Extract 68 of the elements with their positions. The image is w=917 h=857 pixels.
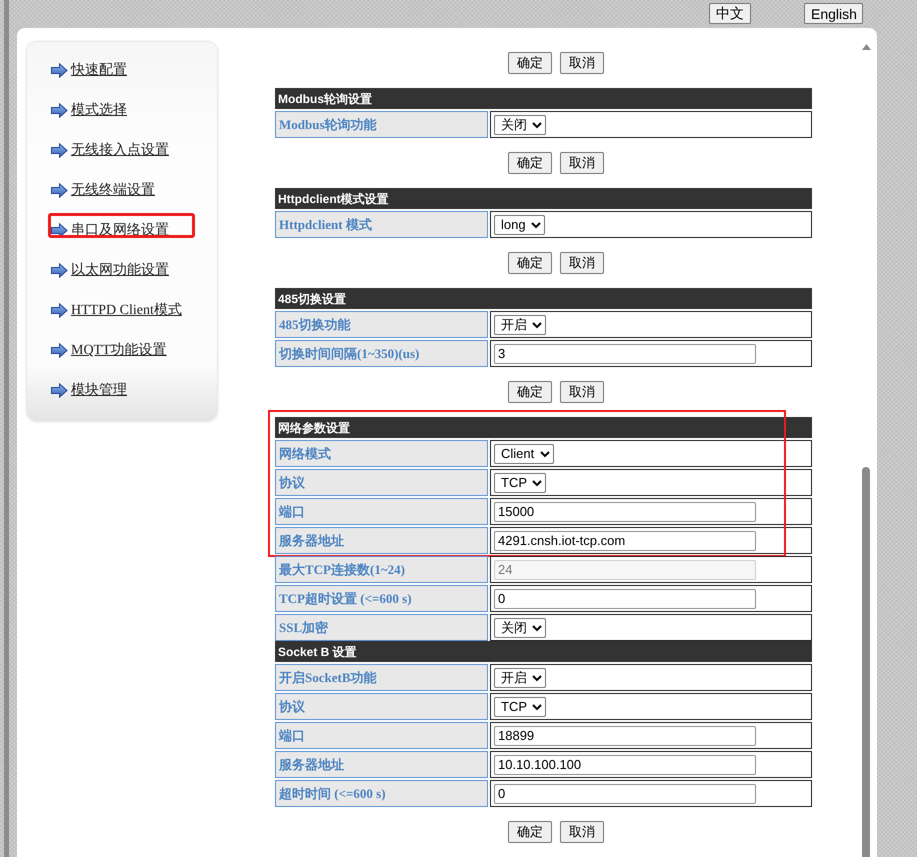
dropdown[interactable]: 关闭 [494,618,546,638]
form-button[interactable]: 取消 [560,152,604,174]
form-button[interactable]: 确定 [508,52,552,74]
form-button[interactable]: 确定 [508,152,552,174]
form-button[interactable]: 取消 [560,821,604,843]
field-label: 网络模式 [275,440,488,467]
field-label: 切换时间间隔(1~350)(us) [275,340,488,367]
sidebar-link[interactable]: 串口及网络设置 [71,221,169,239]
scrollbar-thumb[interactable] [862,467,870,857]
field-label: 485切换功能 [275,311,488,338]
arrow-icon [51,103,68,118]
arrow-icon [51,343,68,358]
text-input[interactable]: 18899 [494,726,756,746]
form-button[interactable]: 确定 [508,252,552,274]
dropdown[interactable]: 关闭 [494,114,546,134]
section-header: Modbus轮询设置 [275,88,812,109]
arrow-icon [51,63,68,78]
field-label: Httpdclient 模式 [275,211,488,238]
dropdown[interactable]: TCP [494,696,546,716]
section-header: 网络参数设置 [275,417,812,438]
dropdown[interactable]: TCP [494,472,546,492]
field-label: Modbus轮询功能 [275,111,488,138]
field-label: 最大TCP连接数(1~24) [275,556,488,583]
text-input[interactable]: 10.10.100.100 [494,754,756,774]
field-label: 服务器地址 [275,527,488,554]
sidebar-link[interactable]: MQTT功能设置 [71,341,167,359]
field-label: 协议 [275,693,488,720]
section-header: Httpdclient模式设置 [275,188,812,209]
section-header: Socket B 设置 [275,641,812,662]
dropdown[interactable]: 开启 [494,314,546,334]
text-input[interactable]: 0 [494,588,756,608]
sidebar-link[interactable]: 无线终端设置 [71,181,155,199]
field-label: 超时时间 (<=600 s) [275,780,488,807]
arrow-icon [51,223,68,238]
arrow-icon [51,143,68,158]
sidebar-link[interactable]: 无线接入点设置 [71,141,169,159]
section-header: 485切换设置 [275,288,812,309]
text-input[interactable]: 0 [494,784,756,804]
scroll-up-icon[interactable] [862,44,870,50]
form-button[interactable]: 取消 [560,381,604,403]
dropdown[interactable]: 开启 [494,668,546,688]
arrow-icon [51,383,68,398]
text-input[interactable]: 15000 [494,502,756,522]
arrow-icon [51,183,68,198]
sidebar-link[interactable]: HTTPD Client模式 [71,301,182,319]
arrow-icon [51,263,68,278]
text-input[interactable]: 3 [494,344,756,364]
text-input[interactable]: 4291.cnsh.iot-tcp.com [494,530,756,550]
field-label: SSL加密 [275,614,488,641]
sidebar-link[interactable]: 模块管理 [71,381,127,399]
language-button[interactable]: English [804,3,863,24]
form-button[interactable]: 确定 [508,821,552,843]
field-label: 开启SocketB功能 [275,664,488,691]
sidebar-link[interactable]: 以太网功能设置 [71,261,169,279]
dropdown[interactable]: Client [494,444,554,464]
field-label: 协议 [275,469,488,496]
language-button[interactable]: 中文 [709,3,751,24]
field-label: 服务器地址 [275,751,488,778]
field-label: 端口 [275,498,488,525]
field-label: 端口 [275,722,488,749]
form-button[interactable]: 取消 [560,252,604,274]
form-button[interactable]: 取消 [560,52,604,74]
sidebar-link[interactable]: 快速配置 [71,61,127,79]
form-button[interactable]: 确定 [508,381,552,403]
arrow-icon [51,303,68,318]
sidebar-link[interactable]: 模式选择 [71,101,127,119]
dropdown[interactable]: long [494,214,545,234]
field-label: TCP超时设置 (<=600 s) [275,585,488,612]
